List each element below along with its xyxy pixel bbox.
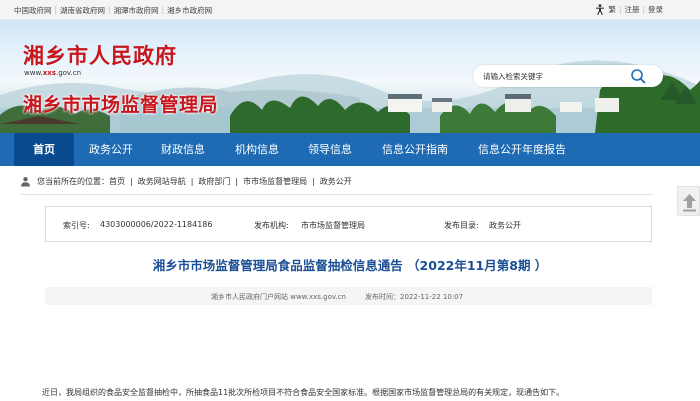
breadcrumb: 您当前所在的位置： 首页 | 政务网站导航 | 政府部门 | 市市场监督管理局 … — [20, 174, 352, 188]
register-link[interactable]: 注册 — [624, 4, 639, 15]
nav-annual-report[interactable]: 信息公开年度报告 — [468, 133, 576, 166]
login-link[interactable]: 登录 — [648, 4, 663, 15]
main-nav: 首页 政务公开 财政信息 机构信息 领导信息 信息公开指南 信息公开年度报告 — [0, 133, 700, 166]
document-meta-box: 索引号: 4303000006/2022-1184186 发布机构: 市市场监督… — [45, 206, 652, 242]
breadcrumb-site-nav[interactable]: 政务网站导航 — [138, 176, 186, 187]
link-hunan-gov[interactable]: 湖南省政府网 — [60, 5, 105, 16]
nav-finance[interactable]: 财政信息 — [150, 133, 216, 166]
link-separator: | — [618, 5, 622, 14]
publisher-value: 市市场监督管理局 — [301, 221, 365, 230]
user-links: 繁 | 注册 | 登录 — [595, 4, 663, 15]
nav-home[interactable]: 首页 — [14, 133, 74, 166]
back-to-top-button[interactable] — [677, 186, 700, 216]
link-separator: | — [161, 5, 165, 14]
breadcrumb-separator: | — [235, 176, 239, 186]
nav-organization[interactable]: 机构信息 — [224, 133, 290, 166]
source-site: 湘乡市人民政府门户网站 www.xxs.gov.cn — [211, 293, 346, 301]
breadcrumb-bureau[interactable]: 市市场监督管理局 — [243, 176, 307, 187]
link-separator: | — [642, 5, 645, 14]
search-input[interactable] — [483, 69, 623, 83]
gov-links: 中国政府网 | 湖南省政府网 | 湘潭市政府网 | 湘乡市政府网 — [14, 5, 212, 16]
nav-gov-affairs[interactable]: 政务公开 — [78, 133, 144, 166]
nav-disclosure-guide[interactable]: 信息公开指南 — [372, 133, 458, 166]
traditional-chinese-link[interactable]: 繁 — [608, 4, 616, 15]
nav-leadership[interactable]: 领导信息 — [297, 133, 363, 166]
catalog-label: 发布目录: — [444, 221, 479, 230]
link-separator: | — [108, 5, 111, 14]
link-xiangxiang-gov[interactable]: 湘乡市政府网 — [167, 5, 212, 16]
publish-time: 发布时间：2022-11-22 10:07 — [365, 293, 464, 301]
location-icon — [21, 176, 30, 186]
header-banner: 湘乡市人民政府 www.xxs.gov.cn 湘乡市市场监督管理局 — [0, 20, 700, 133]
link-central-gov[interactable]: 中国政府网 — [14, 5, 52, 16]
breadcrumb-home[interactable]: 首页 — [109, 176, 125, 187]
up-arrow-icon — [683, 194, 696, 212]
accessibility-icon[interactable] — [595, 4, 605, 15]
bureau-name: 湘乡市市场监督管理局 — [23, 94, 219, 116]
search-box — [473, 65, 663, 87]
breadcrumb-divider — [20, 194, 653, 195]
index-value: 4303000006/2022-1184186 — [100, 220, 213, 229]
publisher-label: 发布机构: — [254, 221, 289, 230]
site-url: www.xxs.gov.cn — [24, 69, 82, 77]
breadcrumb-departments[interactable]: 政府部门 — [198, 176, 230, 187]
city-government-name: 湘乡市人民政府 — [23, 43, 177, 68]
link-xiangtan-gov[interactable]: 湘潭市政府网 — [114, 5, 159, 16]
breadcrumb-gov-affairs[interactable]: 政务公开 — [320, 176, 352, 187]
search-icon[interactable] — [630, 68, 646, 84]
breadcrumb-separator: | — [190, 176, 194, 186]
publish-info-bar: 湘乡市人民政府门户网站 www.xxs.gov.cn 发布时间：2022-11-… — [45, 287, 652, 305]
breadcrumb-lead: 您当前所在的位置： — [37, 176, 109, 186]
breadcrumb-separator: | — [312, 176, 315, 186]
index-label: 索引号: — [63, 221, 90, 230]
top-link-bar: 中国政府网 | 湖南省政府网 | 湘潭市政府网 | 湘乡市政府网 繁 | 注册 … — [0, 0, 700, 20]
link-separator: | — [54, 5, 58, 14]
article-title: 湘乡市市场监督管理局食品监督抽检信息通告 （2022年11月第8期 ） — [152, 258, 548, 273]
breadcrumb-separator: | — [130, 176, 133, 186]
article-body-first-line: 近日，我局组织的食品安全监督抽检中，所抽食品11批次所检项目不符合食品安全国家标… — [42, 388, 565, 397]
catalog-value: 政务公开 — [489, 221, 521, 230]
